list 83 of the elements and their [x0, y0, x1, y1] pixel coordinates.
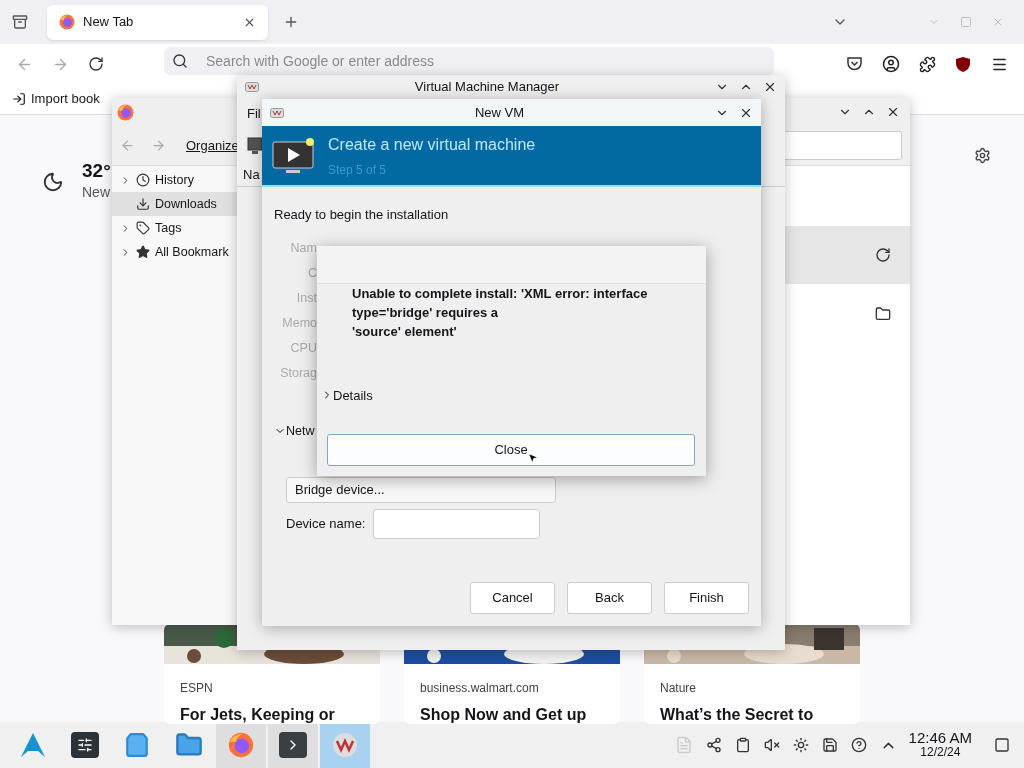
close-icon[interactable] — [886, 105, 900, 119]
vm-icon — [332, 732, 358, 758]
vm-icon — [245, 82, 259, 92]
story-headline: Shop Now and Get up — [420, 705, 588, 724]
tag-icon — [136, 221, 150, 235]
details-expander[interactable]: Details — [321, 385, 706, 405]
shield-icon[interactable] — [955, 55, 971, 73]
taskbar-app[interactable] — [320, 722, 370, 768]
terminal-icon — [279, 732, 307, 758]
network-source-dropdown[interactable]: Bridge device... — [286, 476, 556, 503]
account-icon[interactable] — [882, 55, 900, 73]
weather-location: New — [82, 183, 111, 202]
field-label: Inst — [296, 290, 317, 307]
clock-date: 12/2/24 — [920, 745, 961, 759]
weather-icon — [42, 170, 64, 193]
folder-icon — [175, 731, 203, 759]
mountain-logo-icon — [19, 731, 47, 759]
clock-time: 12:46 AM — [908, 731, 972, 745]
monitor-play-icon — [272, 136, 316, 175]
network-expander[interactable]: Netw — [274, 422, 315, 441]
monitor-icon[interactable] — [247, 137, 263, 155]
clipboard-icon[interactable] — [734, 737, 751, 753]
firefox-icon — [117, 103, 134, 121]
wizard-button[interactable]: Finish — [664, 582, 749, 614]
wizard-title: Create a new virtual machine — [328, 134, 536, 155]
expand-icon[interactable] — [120, 246, 131, 258]
search-icon — [172, 53, 188, 69]
show-desktop-icon[interactable] — [994, 737, 1010, 753]
tree-item[interactable]: Tags — [112, 216, 237, 240]
import-icon — [12, 92, 26, 106]
shopping-bag-icon — [124, 732, 150, 758]
window-title: Virtual Machine Manager — [413, 78, 561, 97]
download-icon — [136, 197, 150, 211]
firefox-icon — [228, 732, 254, 758]
tab-title: New Tab — [83, 13, 135, 32]
network-icon[interactable] — [705, 737, 722, 753]
field-label: Nam — [290, 240, 317, 257]
error-message: Unable to complete install: 'XML error: interface type='bridge' requires a 'source' element' — [352, 285, 649, 341]
field-label: Memo — [282, 315, 317, 332]
field-label: Storag — [280, 365, 317, 382]
reload-icon[interactable] — [88, 56, 104, 72]
extensions-icon[interactable] — [919, 55, 936, 73]
bookmark-item[interactable]: Import book — [12, 89, 100, 109]
settings-icon[interactable] — [974, 147, 991, 164]
wizard-button[interactable]: Cancel — [470, 582, 555, 614]
taskbar-app[interactable] — [268, 722, 318, 768]
close-button[interactable]: Close — [327, 434, 695, 466]
wizard-button[interactable]: Back — [567, 582, 652, 614]
brightness-icon[interactable] — [792, 737, 809, 753]
address-placeholder: Search with Google or enter address — [206, 51, 434, 71]
new-tab-icon[interactable] — [283, 14, 299, 30]
menu-item[interactable]: Fil — [247, 104, 261, 124]
tree-item[interactable]: History — [112, 168, 237, 192]
firefox-icon — [59, 14, 75, 30]
pocket-icon[interactable] — [846, 56, 863, 72]
organize-menu[interactable]: Organize — [186, 135, 239, 156]
field-label: Device name: — [286, 515, 366, 533]
story-source: ESPN — [180, 680, 214, 697]
temperature: 32° — [82, 160, 111, 182]
star-icon — [136, 245, 150, 259]
folder-icon[interactable] — [875, 306, 891, 322]
story-source: Nature — [660, 680, 698, 697]
window-title: New VM — [473, 103, 526, 122]
column-header: Na — [243, 165, 260, 184]
tree-item[interactable]: All Bookmark — [112, 240, 237, 264]
clock[interactable]: 12:46 AM 12/2/24 — [908, 731, 972, 759]
help-icon[interactable] — [850, 737, 867, 753]
tab-list-icon[interactable] — [12, 14, 28, 30]
story-headline: For Jets, Keeping or — [180, 705, 336, 724]
tree-item[interactable]: Downloads — [112, 192, 237, 216]
device-name-field[interactable] — [373, 508, 541, 539]
vm-icon — [270, 107, 284, 118]
close-icon[interactable] — [763, 80, 777, 94]
sliders-icon — [71, 732, 99, 758]
mute-icon[interactable] — [763, 737, 780, 753]
wizard-intro: Ready to begin the installation — [274, 207, 449, 222]
story-headline: What’s the Secret to — [660, 705, 815, 724]
clock-icon — [136, 173, 150, 187]
browser-tab[interactable]: New Tab — [47, 4, 268, 40]
story-source: business.walmart.com — [420, 680, 540, 697]
field-label: CPU — [290, 340, 317, 357]
retry-icon[interactable] — [875, 247, 891, 263]
field-label: C — [307, 265, 317, 282]
